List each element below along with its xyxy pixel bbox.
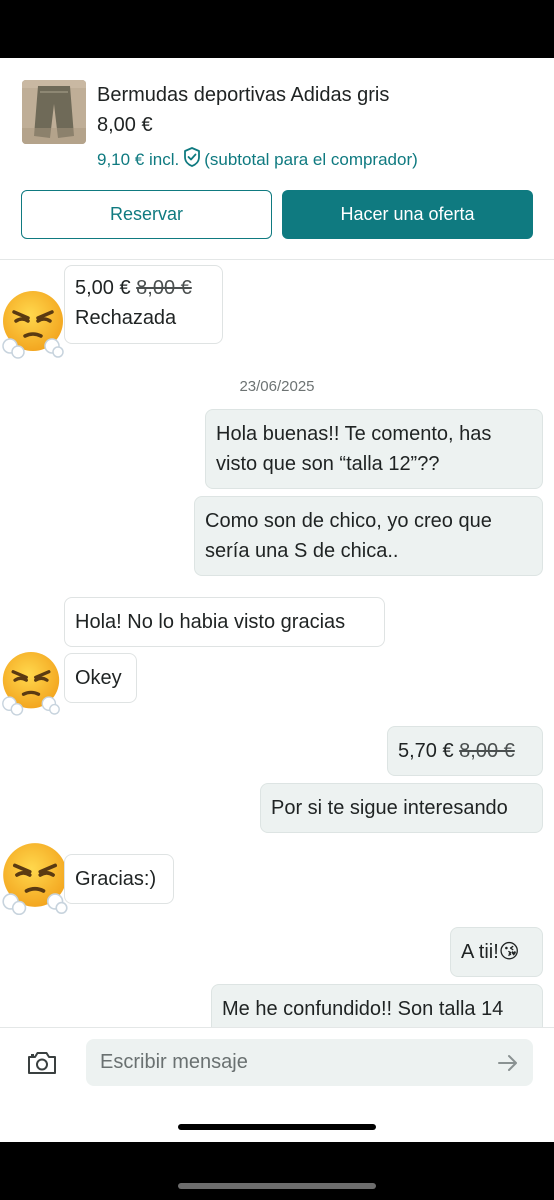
product-thumbnail[interactable] xyxy=(22,80,86,144)
face-with-steam-emoji xyxy=(2,843,68,916)
offer-amount-line: 5,00 € 8,00 € xyxy=(75,273,212,303)
camera-icon[interactable] xyxy=(26,1050,58,1081)
secondary-home-indicator xyxy=(178,1183,376,1189)
date-separator: 23/06/2025 xyxy=(239,378,315,395)
product-header: Bermudas deportivas Adidas gris 8,00 € 9… xyxy=(0,58,554,260)
home-indicator xyxy=(178,1124,376,1130)
original-price: 8,00 € xyxy=(459,740,515,762)
offer-amount: 5,00 € xyxy=(75,277,131,299)
original-price: 8,00 € xyxy=(136,277,192,299)
offer-status: Rechazada xyxy=(75,307,177,329)
arrow-right-icon[interactable] xyxy=(496,1051,520,1080)
message-text: Gracias:) xyxy=(75,868,157,890)
chat-thread[interactable]: 5,00 € 8,00 € Rechazada 23/06/2025 Hola … xyxy=(0,260,554,1027)
message-bubble: Como son de chico, yo creo que sería una… xyxy=(194,496,543,576)
face-with-steam-emoji xyxy=(2,652,60,716)
message-composer xyxy=(0,1027,554,1142)
message-input[interactable] xyxy=(86,1039,533,1086)
incl-note: (subtotal para el comprador) xyxy=(204,149,418,169)
buyer-protection-price[interactable]: 9,10 € incl. (subtotal para el comprador… xyxy=(97,147,418,172)
shield-check-icon xyxy=(183,147,201,172)
message-bubble: Hola buenas!! Te comento, has visto que … xyxy=(205,409,543,489)
message-bubble: Por si te sigue interesando xyxy=(260,783,543,833)
message-bubble: Gracias:) xyxy=(64,854,174,904)
message-bubble: Okey xyxy=(64,653,137,703)
message-text: A tii!😘 xyxy=(461,941,520,963)
message-text: Hola buenas!! Te comento, has xyxy=(216,423,492,445)
offer-amount: 5,70 € xyxy=(398,740,454,762)
message-text: Me he confundido!! Son talla 14 xyxy=(222,998,504,1020)
message-bubble: Me he confundido!! Son talla 14 xyxy=(211,984,543,1027)
message-text: visto que son “talla 12”?? xyxy=(216,453,440,475)
reserve-button[interactable]: Reservar xyxy=(21,190,272,239)
message-bubble: A tii!😘 xyxy=(450,927,543,977)
status-bar xyxy=(0,0,554,58)
face-with-steam-emoji xyxy=(2,291,64,359)
offer-bubble: 5,70 € 8,00 € xyxy=(387,726,543,776)
product-price: 8,00 € xyxy=(97,114,153,136)
make-offer-button[interactable]: Hacer una oferta xyxy=(282,190,533,239)
product-title[interactable]: Bermudas deportivas Adidas gris xyxy=(97,84,389,107)
incl-price: 9,10 € incl. xyxy=(97,149,180,169)
message-text: Hola! No lo habia visto gracias xyxy=(75,611,346,633)
message-text: sería una S de chica.. xyxy=(205,540,399,562)
message-text: Por si te sigue interesando xyxy=(271,797,508,819)
message-text: Como son de chico, yo creo que xyxy=(205,510,492,532)
bottom-black-bar xyxy=(0,1142,554,1200)
message-text: Okey xyxy=(75,667,122,689)
message-bubble: Hola! No lo habia visto gracias xyxy=(64,597,385,647)
offer-bubble: 5,00 € 8,00 € Rechazada xyxy=(64,265,223,344)
